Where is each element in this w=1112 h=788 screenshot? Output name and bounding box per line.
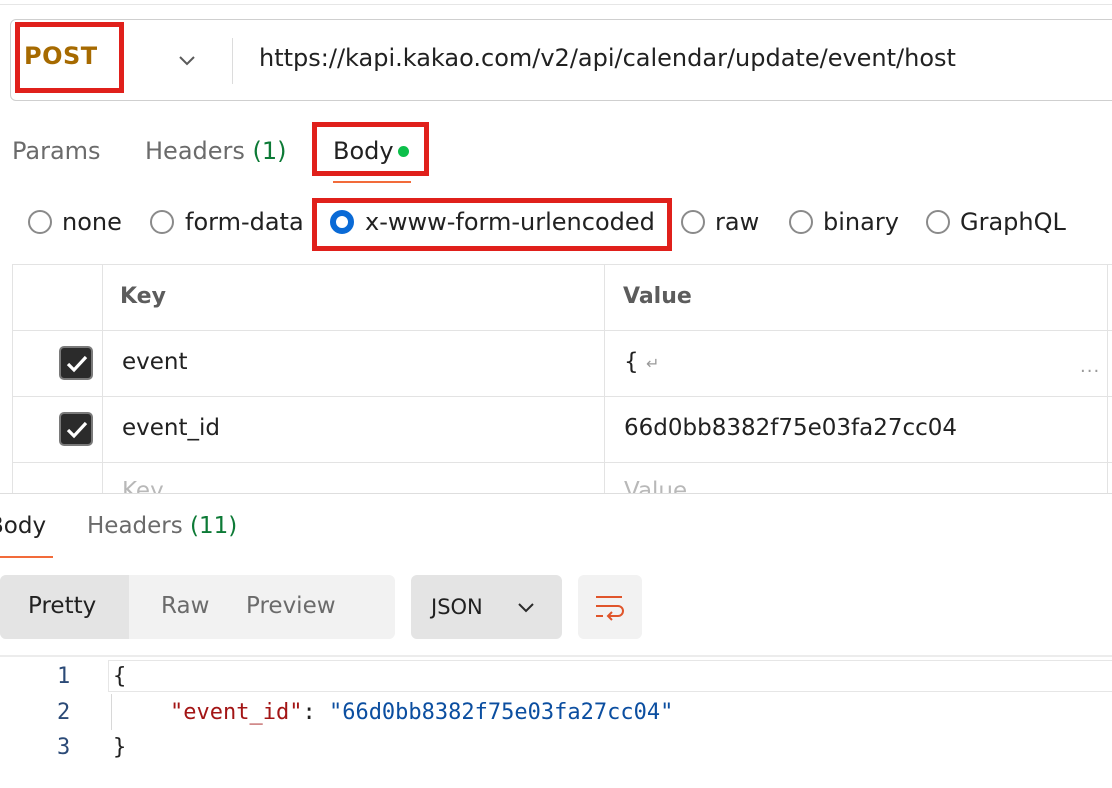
radio-form-data[interactable]: [150, 210, 174, 234]
response-tab-headers-label: Headers: [87, 513, 183, 539]
response-tab-body-underline: [0, 556, 53, 558]
table-border-top: [12, 264, 1112, 265]
json-colon: :: [302, 700, 329, 725]
response-tab-body[interactable]: Body: [0, 513, 46, 539]
column-header-key: Key: [120, 284, 166, 309]
view-mode-raw[interactable]: Raw: [161, 593, 209, 619]
table-column-divider: [102, 264, 103, 494]
table-column-divider: [1107, 264, 1108, 494]
key-cell-event[interactable]: event: [122, 349, 188, 375]
response-tab-headers[interactable]: Headers (11): [87, 513, 237, 539]
value-cell-event-id[interactable]: 66d0bb8382f75e03fa27cc04: [624, 415, 957, 441]
chevron-down-icon[interactable]: [176, 50, 198, 72]
placeholder-row: Key Value: [0, 462, 1112, 493]
tab-headers-label: Headers: [145, 137, 245, 165]
format-label: JSON: [431, 595, 483, 619]
line-number: 2: [57, 700, 71, 725]
checkmark-icon: [66, 355, 88, 373]
view-mode-preview[interactable]: Preview: [246, 593, 336, 619]
tab-params[interactable]: Params: [12, 137, 101, 165]
newline-icon: ↵: [645, 354, 660, 373]
tab-body-underline: [333, 181, 411, 183]
tab-headers-count: (1): [252, 137, 287, 165]
code-editor-top-border: [0, 655, 1112, 657]
radio-none-label[interactable]: none: [62, 208, 122, 236]
key-cell-event-id[interactable]: event_id: [122, 415, 220, 441]
radio-graphql-label[interactable]: GraphQL: [960, 208, 1066, 236]
url-divider: [232, 38, 233, 84]
value-text: {: [624, 349, 639, 375]
radio-none[interactable]: [28, 210, 52, 234]
radio-raw-label[interactable]: raw: [715, 208, 759, 236]
response-tab-headers-count: (11): [190, 513, 238, 539]
more-icon[interactable]: ...: [1080, 356, 1100, 377]
response-divider: [0, 493, 1112, 494]
column-header-value: Value: [623, 284, 692, 309]
urlencoded-highlight-box: [312, 198, 672, 251]
top-divider: [0, 4, 1112, 5]
value-placeholder[interactable]: Value: [624, 478, 687, 493]
line-number: 1: [57, 664, 71, 689]
code-line-2: "event_id": "66d0bb8382f75e03fa27cc04": [170, 700, 673, 725]
view-mode-pretty[interactable]: Pretty: [28, 593, 96, 619]
checkmark-icon: [66, 421, 88, 439]
radio-binary[interactable]: [789, 210, 813, 234]
table-header-divider: [12, 330, 1112, 331]
value-cell-event[interactable]: { ↵: [624, 349, 659, 375]
json-key: "event_id": [170, 700, 303, 725]
url-input[interactable]: https://kapi.kakao.com/v2/api/calendar/u…: [259, 44, 956, 72]
active-line-highlight: [108, 660, 1112, 692]
code-open-brace: {: [113, 664, 127, 689]
table-border-left: [12, 264, 13, 494]
radio-form-data-label[interactable]: form-data: [185, 208, 304, 236]
body-tab-highlight-box: [312, 122, 429, 176]
row-checkbox-event[interactable]: [59, 346, 93, 380]
radio-raw[interactable]: [681, 210, 705, 234]
radio-binary-label[interactable]: binary: [823, 208, 899, 236]
line-number: 3: [57, 735, 71, 760]
json-value: "66d0bb8382f75e03fa27cc04": [328, 700, 674, 725]
chevron-down-icon: [515, 597, 537, 619]
code-close-brace: }: [113, 735, 127, 760]
row-checkbox-event-id[interactable]: [59, 412, 93, 446]
table-column-divider: [604, 264, 605, 494]
wrap-lines-button[interactable]: [578, 575, 642, 639]
indent-guide: [111, 694, 112, 730]
wrap-lines-icon: [596, 596, 624, 621]
key-placeholder[interactable]: Key: [122, 478, 164, 493]
tab-headers[interactable]: Headers (1): [145, 137, 287, 165]
method-highlight-box: [15, 22, 124, 93]
table-row-divider: [12, 396, 1112, 397]
radio-graphql[interactable]: [926, 210, 950, 234]
